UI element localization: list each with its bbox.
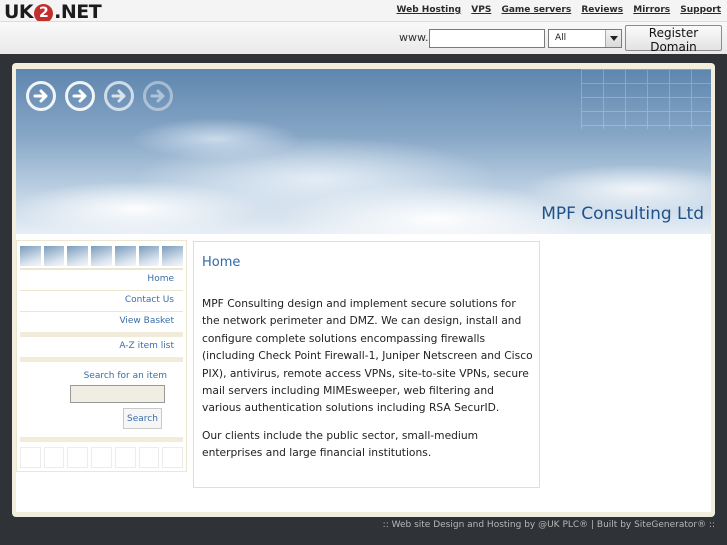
domain-input[interactable]: [429, 29, 545, 48]
empty-box: [162, 447, 184, 468]
tld-select[interactable]: All: [548, 29, 622, 48]
nav-game-servers[interactable]: Game servers: [501, 5, 571, 15]
top-bar: UK 2 .NET Web Hosting VPS Game servers Rev…: [0, 0, 727, 54]
divider: [20, 268, 183, 270]
chevron-down-icon[interactable]: [605, 30, 621, 47]
search-label: Search for an item: [83, 371, 167, 381]
nav-vps[interactable]: VPS: [471, 5, 491, 15]
arrow-right-icon: [65, 81, 95, 111]
arrow-right-icon: [104, 81, 134, 111]
uk2net-logo[interactable]: UK 2 .NET: [4, 1, 102, 23]
empty-box: [114, 447, 136, 468]
nav-mirrors[interactable]: Mirrors: [633, 5, 670, 15]
logo-prefix: UK: [4, 1, 34, 23]
page-inner: MPF Consulting Ltd Home Contact Us View …: [16, 69, 711, 512]
empty-box: [138, 447, 160, 468]
empty-box: [43, 447, 65, 468]
top-nav: Web Hosting VPS Game servers Reviews Mir…: [390, 5, 721, 15]
sidebar-item-view-basket[interactable]: View Basket: [119, 316, 174, 326]
nav-reviews[interactable]: Reviews: [581, 5, 623, 15]
nav-support[interactable]: Support: [680, 5, 721, 15]
divider: [20, 311, 183, 312]
divider: [20, 290, 183, 291]
empty-box: [20, 447, 41, 468]
thumbnail: [67, 246, 89, 266]
register-domain-button[interactable]: Register Domain: [625, 25, 722, 54]
clients-paragraph: Our clients include the public sector, s…: [202, 429, 479, 460]
search-input[interactable]: [70, 385, 165, 403]
footer-credits: :: Web site Design and Hosting by @UK PL…: [382, 520, 715, 530]
sidebar-item-az-list[interactable]: A-Z item list: [119, 341, 174, 351]
search-button[interactable]: Search: [123, 408, 162, 429]
nav-web-hosting[interactable]: Web Hosting: [397, 5, 462, 15]
empty-box: [67, 447, 89, 468]
sidebar: Home Contact Us View Basket A-Z item lis…: [16, 240, 187, 472]
divider: [20, 332, 183, 337]
intro-paragraph: MPF Consulting design and implement secu…: [202, 297, 533, 415]
thumbnail: [138, 246, 160, 266]
main-content: Home MPF Consulting design and implement…: [193, 241, 540, 488]
page-title: Home: [202, 255, 241, 270]
thumbnail: [162, 246, 184, 266]
page-frame: MPF Consulting Ltd Home Contact Us View …: [12, 63, 715, 517]
sidebar-item-contact-us[interactable]: Contact Us: [125, 295, 174, 305]
header-banner: MPF Consulting Ltd: [16, 69, 711, 234]
www-label: www.: [399, 31, 429, 44]
empty-box-strip: [20, 447, 184, 468]
sidebar-item-home[interactable]: Home: [147, 274, 174, 284]
logo-suffix: .NET: [54, 1, 102, 23]
empty-box: [91, 447, 112, 468]
grid-decoration: [581, 69, 711, 129]
thumbnail: [114, 246, 136, 266]
thumbnail: [91, 246, 112, 266]
thumbnail-strip: [20, 246, 184, 266]
arrow-right-icon: [143, 81, 173, 111]
divider: [20, 437, 183, 442]
thumbnail: [20, 246, 41, 266]
arrow-right-icon: [26, 81, 56, 111]
divider: [20, 357, 183, 362]
site-title: MPF Consulting Ltd: [541, 204, 704, 224]
thumbnail: [43, 246, 65, 266]
tld-selected-value: All: [555, 33, 567, 43]
